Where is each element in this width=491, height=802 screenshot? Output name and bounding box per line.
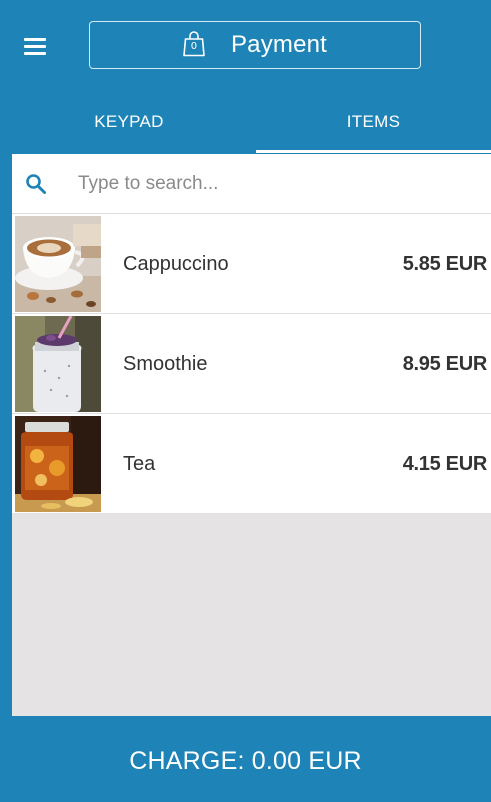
tea-photo [15, 416, 101, 512]
payment-button-label: Payment [230, 31, 328, 58]
app-header: 0 Payment KEYPAD ITEMS [0, 0, 491, 154]
charge-button-label: CHARGE: 0.00 EUR [129, 746, 362, 775]
payment-button[interactable]: 0 Payment [89, 21, 421, 69]
item-price: 8.95 EUR [402, 353, 488, 375]
item-price: 4.15 EUR [402, 453, 488, 475]
app-screen: 0 Payment KEYPAD ITEMS Type to search...… [0, 0, 491, 802]
active-tab-indicator [256, 150, 491, 153]
shopping-bag-icon: 0 [183, 31, 205, 57]
search-icon [26, 174, 46, 194]
tab-keypad[interactable]: KEYPAD [14, 94, 244, 154]
smoothie-photo [15, 316, 101, 412]
list-item-tea[interactable]: Tea 4.15 EUR [12, 414, 491, 514]
cappuccino-photo [15, 216, 101, 312]
item-name: Cappuccino [123, 253, 229, 275]
list-item-smoothie[interactable]: Smoothie 8.95 EUR [12, 314, 491, 414]
hamburger-menu-icon[interactable] [24, 36, 48, 56]
tab-items[interactable]: ITEMS [256, 94, 491, 154]
item-name: Smoothie [123, 353, 208, 375]
left-edge-strip [0, 154, 12, 716]
cart-count-badge: 0 [190, 41, 198, 52]
item-price: 5.85 EUR [402, 253, 488, 275]
search-input[interactable] [78, 168, 478, 200]
item-list: Cappuccino 5.85 EUR Smoothie 8.95 EUR Te… [12, 214, 491, 514]
charge-button[interactable]: CHARGE: 0.00 EUR [0, 716, 491, 802]
item-name: Tea [123, 453, 156, 475]
list-item-cappuccino[interactable]: Cappuccino 5.85 EUR [12, 214, 491, 314]
tab-bar: KEYPAD ITEMS [0, 94, 491, 154]
search-bar [12, 154, 491, 214]
